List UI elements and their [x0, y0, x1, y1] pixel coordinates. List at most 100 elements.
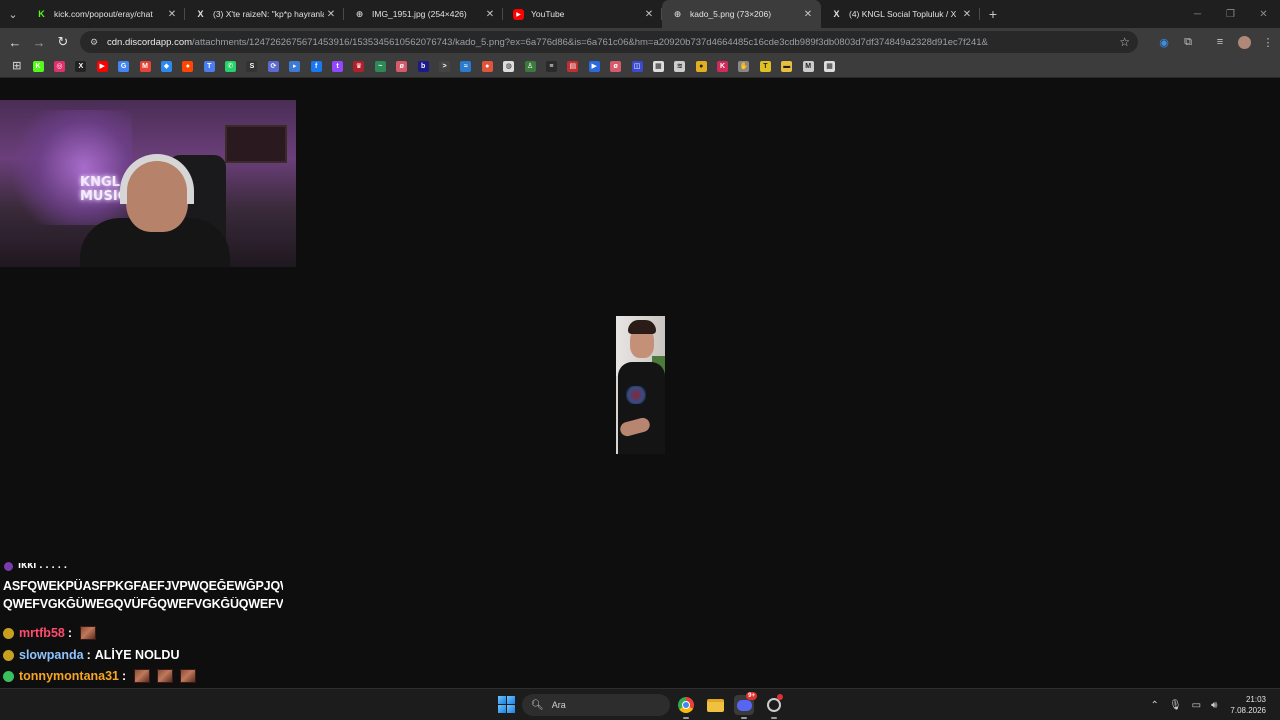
bookmark-app-red-icon[interactable]: ♛	[348, 56, 369, 78]
bookmark-app-figure-icon[interactable]: ♙	[519, 56, 540, 78]
tab-1[interactable]: X (3) X'te raizeN: "kp*p hayranları ✕	[185, 0, 344, 28]
back-icon[interactable]: ←	[3, 30, 27, 54]
bookmark-reddit-icon[interactable]: ●	[177, 56, 198, 78]
bookmark-app-m-icon[interactable]: M	[797, 56, 818, 78]
tab-title: YouTube	[531, 9, 565, 19]
bookmark-app-circle-icon[interactable]: ▸	[284, 56, 305, 78]
viewed-image[interactable]	[616, 316, 665, 454]
chrome-icon[interactable]	[676, 695, 696, 719]
tab-3[interactable]: ▶ YouTube ✕	[503, 0, 662, 28]
tab-title: kick.com/popout/eray/chat	[54, 9, 153, 19]
bookmark-app-hand-icon[interactable]: ✋	[733, 56, 754, 78]
tab-2[interactable]: ⊕ IMG_1951.jpg (254×426) ✕	[344, 0, 503, 28]
menu-icon[interactable]: ⋮	[1256, 30, 1280, 54]
tab-close-icon[interactable]: ✕	[483, 9, 497, 20]
bookmark-app-pink-icon[interactable]: ø	[391, 56, 412, 78]
tab-close-icon[interactable]: ✕	[165, 9, 179, 20]
clock[interactable]: 21:03 7.08.2026	[1230, 694, 1266, 716]
bookmark-google-icon[interactable]: G	[113, 56, 134, 78]
discord-icon[interactable]: 9+	[734, 692, 757, 719]
bookmark-app-tcl-icon[interactable]: T	[755, 56, 776, 78]
tab-5[interactable]: X (4) KNGL Social Topluluk / X ✕	[821, 0, 980, 28]
chat-badge-icon	[3, 627, 14, 639]
bookmark-translate-icon[interactable]: T	[199, 56, 220, 78]
microphone-icon[interactable]: 🎙︎	[1169, 700, 1182, 711]
extension-icon[interactable]: ◉	[1152, 30, 1176, 54]
chat-username[interactable]: tonnymontana31	[19, 669, 119, 683]
tab-close-icon[interactable]: ✕	[801, 9, 815, 20]
bookmark-app-white-icon[interactable]: ◍	[498, 56, 519, 78]
bookmark-app-yellow-icon[interactable]: ●	[691, 56, 712, 78]
bookmark-app-sky-icon[interactable]: ≈	[455, 56, 476, 78]
bookmark-dark-app-icon[interactable]: S	[241, 56, 262, 78]
bookmark-app-pink2-icon[interactable]: ø	[605, 56, 626, 78]
chat-username[interactable]: mrtfb58	[19, 626, 65, 640]
bookmark-b-app-icon[interactable]: b	[412, 56, 433, 78]
tab-4[interactable]: ⊕ kado_5.png (73×206) ✕	[662, 0, 821, 28]
browser-toolbar: ← → ↻ ⚙ cdn.discordapp.com/attachments/1…	[0, 28, 1280, 56]
chat-badge	[4, 562, 13, 571]
tab-0[interactable]: Kkick.com/popout/eray/chat ✕	[26, 0, 185, 28]
tab-close-icon[interactable]: ✕	[324, 9, 338, 20]
bookmark-app-stack-icon[interactable]: ≋	[669, 56, 690, 78]
bookmark-app-indigo-icon[interactable]: ◫	[626, 56, 647, 78]
bookmark-instagram-icon[interactable]: ◎	[49, 56, 70, 78]
display-icon[interactable]: ▭	[1192, 700, 1201, 711]
chat-badge-icon	[3, 649, 14, 661]
bookmark-folder-icon[interactable]: ▬	[776, 56, 797, 78]
restore-icon[interactable]: ❐	[1214, 0, 1247, 28]
globe-icon: ⊕	[355, 8, 364, 19]
extensions-puzzle-icon[interactable]: ⧉	[1176, 30, 1200, 54]
chat-emote	[157, 669, 174, 683]
chat-username[interactable]: slowpanda	[19, 648, 84, 662]
bookmark-star-icon[interactable]: ☆	[1119, 35, 1130, 49]
bookmark-app-ring-icon[interactable]: ⟳	[263, 56, 284, 78]
clock-time: 21:03	[1245, 695, 1266, 704]
bookmark-app-orange-icon[interactable]: ●	[477, 56, 498, 78]
tab-close-icon[interactable]: ✕	[960, 9, 974, 20]
tab-search-icon[interactable]: ⌄	[0, 0, 26, 28]
app-timer-icon[interactable]	[764, 694, 784, 719]
chat-separator: :	[86, 648, 91, 662]
bookmark-facebook-icon[interactable]: f	[305, 56, 326, 78]
address-bar[interactable]: ⚙ cdn.discordapp.com/attachments/1247262…	[80, 31, 1138, 53]
bookmark-arrow-app-icon[interactable]: >	[434, 56, 455, 78]
bookmark-x-icon[interactable]: X	[70, 56, 91, 78]
bookmark-app-green-icon[interactable]: ~	[370, 56, 391, 78]
minimize-icon[interactable]: ─	[1181, 0, 1214, 28]
toolbar-actions: ◉ ⧉ ≡ ⋮	[1152, 28, 1280, 56]
bookmark-app-grid-icon[interactable]: ▦	[648, 56, 669, 78]
file-explorer-icon[interactable]	[705, 695, 725, 715]
bookmark-list: K ◎ X ▶ G M ◆ ● T ✆ S ⟳ ▸ f t ♛ ~ ø b > ≈ ● ◍ ♙ ≡ ▤ ▶ ø ◫ ▦ ≋ ● K ✋ T ▬ M ▦	[27, 56, 840, 78]
bookmark-twitch-icon[interactable]: t	[327, 56, 348, 78]
taskbar-search[interactable]: 🔍︎ Ara	[522, 694, 670, 716]
bookmark-kick-icon[interactable]: K	[27, 56, 48, 78]
forward-icon[interactable]: →	[27, 30, 51, 54]
bookmark-youtube-icon[interactable]: ▶	[92, 56, 113, 78]
bookmark-app-k-icon[interactable]: K	[712, 56, 733, 78]
bookmark-whatsapp-icon[interactable]: ✆	[220, 56, 241, 78]
site-info-icon[interactable]: ⚙	[88, 36, 100, 48]
chat-separator: :	[67, 626, 73, 640]
bookmark-app-dark2-icon[interactable]: ≡	[541, 56, 562, 78]
tab-close-icon[interactable]: ✕	[642, 9, 656, 20]
bookmark-app-table-icon[interactable]: ▦	[819, 56, 840, 78]
tab-title: (4) KNGL Social Topluluk / X	[849, 9, 957, 19]
close-window-icon[interactable]: ✕	[1247, 0, 1280, 28]
chat-long-line-2: QWEFVGKĞÜWEGQVÜFĞQWEFVGKĞÜQWEFVGKÜĞ	[3, 597, 283, 611]
bookmark-app-play-icon[interactable]: ▶	[584, 56, 605, 78]
apps-grid-icon[interactable]: ⊞	[6, 56, 27, 78]
media-control-icon[interactable]: ≡	[1208, 30, 1232, 54]
speaker-icon[interactable]: 🔊︎	[1211, 700, 1217, 711]
taskbar-search-placeholder: Ara	[551, 700, 566, 710]
profile-avatar[interactable]	[1232, 30, 1256, 54]
bookmark-gmail-icon[interactable]: M	[134, 56, 155, 78]
chat-message: mrtfb58:	[3, 626, 99, 640]
bookmark-app-chart-icon[interactable]: ▤	[562, 56, 583, 78]
bookmark-app-blue-icon[interactable]: ◆	[156, 56, 177, 78]
tray-chevron-icon[interactable]: ⌃	[1151, 700, 1159, 711]
chat-badge-icon	[3, 670, 14, 682]
windows-start-icon[interactable]	[498, 696, 515, 713]
reload-icon[interactable]: ↻	[51, 30, 75, 54]
new-tab-button[interactable]: +	[980, 6, 1006, 22]
